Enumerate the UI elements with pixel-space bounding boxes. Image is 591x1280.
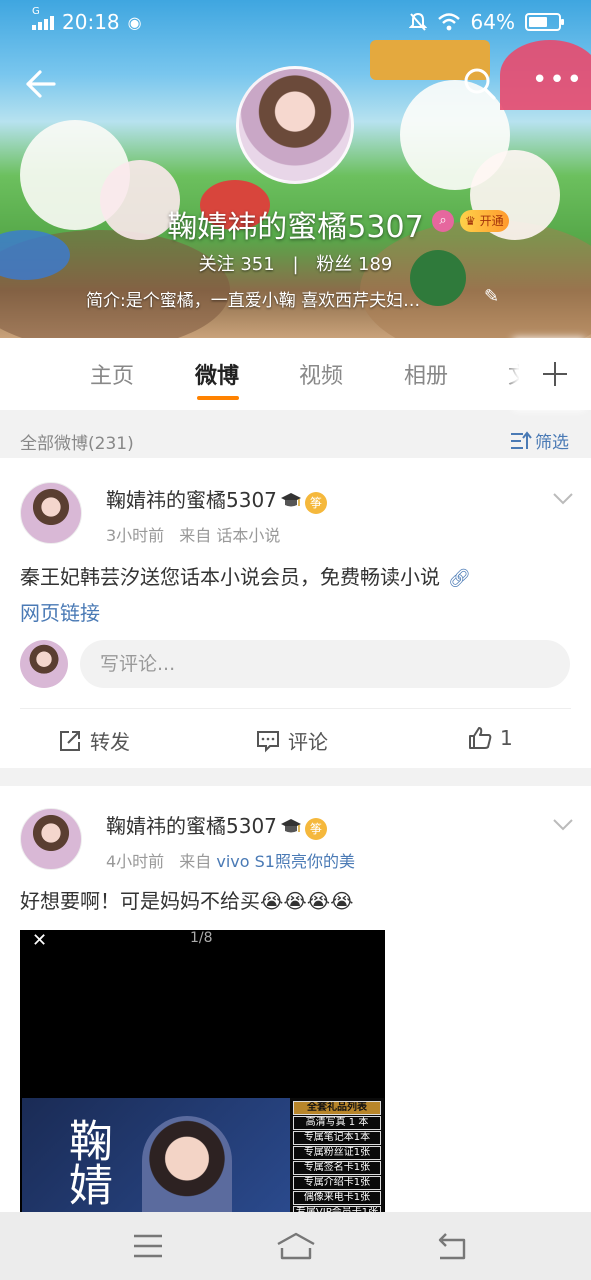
profile-badges: ⌕ ♛ 开通 bbox=[432, 210, 509, 232]
post-author-avatar[interactable] bbox=[20, 482, 82, 544]
divider bbox=[20, 708, 571, 709]
post-source[interactable]: vivo S1照亮你的美 bbox=[216, 852, 355, 871]
link-icon: 🔗︎ bbox=[448, 568, 471, 589]
post-time: 4小时前 bbox=[106, 852, 165, 871]
gift-list-item: 专属笔记本1本 bbox=[293, 1131, 381, 1145]
post-source[interactable]: 话本小说 bbox=[216, 526, 280, 545]
system-nav-bar bbox=[0, 1212, 591, 1280]
filter-button[interactable]: 筛选 bbox=[510, 428, 569, 453]
my-avatar bbox=[20, 640, 68, 688]
tab-video[interactable]: 视频 bbox=[299, 358, 343, 390]
post-body: 好想要啊！可是妈妈不给买😭😭😭😭 bbox=[20, 889, 354, 913]
comment-input[interactable]: 写评论... bbox=[80, 640, 570, 688]
post-source-prefix: 来自 bbox=[179, 852, 212, 871]
search-icon[interactable] bbox=[462, 66, 498, 102]
gift-list-item: 专属签名卡1张 bbox=[293, 1161, 381, 1175]
filter-icon bbox=[511, 430, 532, 449]
profile-bio[interactable]: 简介:是个蜜橘，一直爱小鞠 喜欢西芹夫妇… bbox=[86, 286, 476, 311]
comment-icon bbox=[257, 730, 279, 752]
chevron-down-icon[interactable] bbox=[552, 818, 574, 832]
follow-stats: 关注 351 | 粉丝 189 bbox=[0, 250, 591, 276]
share-icon bbox=[60, 730, 80, 751]
signal-icon: G bbox=[32, 6, 54, 30]
fans-count: 189 bbox=[358, 254, 393, 275]
fans-label: 粉丝 bbox=[316, 254, 353, 275]
super-topic-icon[interactable]: ⌕ bbox=[432, 210, 454, 232]
gift-list-item: 高清写真 1 本 bbox=[293, 1116, 381, 1130]
fans-count-link[interactable]: 粉丝 189 bbox=[316, 254, 392, 275]
comment-button[interactable]: 评论 bbox=[256, 726, 328, 755]
gift-list-item: 偶像来电卡1张 bbox=[293, 1191, 381, 1205]
post-source-prefix: 来自 bbox=[179, 526, 212, 545]
battery-icon bbox=[525, 13, 564, 31]
like-button[interactable]: 1 bbox=[468, 726, 513, 750]
post-author-name: 鞠婧祎的蜜橘5307 bbox=[106, 814, 277, 838]
post-author-avatar[interactable] bbox=[20, 808, 82, 870]
tab-album[interactable]: 相册 bbox=[404, 358, 448, 390]
like-count: 1 bbox=[500, 726, 513, 750]
vip-label: 开通 bbox=[479, 214, 504, 228]
box-title: 鞠婧 bbox=[61, 1118, 112, 1206]
profile-banner: G 20:18 ◉ 64% ••• 鞠婧祎的蜜橘5307 ⌕ ♛ 开通 关注 3… bbox=[0, 0, 591, 338]
add-tab-plus-icon[interactable] bbox=[519, 338, 591, 410]
follow-count: 351 bbox=[240, 254, 275, 275]
gift-list: 全套礼品列表 高清写真 1 本 专属笔记本1本 专属粉丝证1张 专属签名卡1张 … bbox=[290, 1098, 384, 1216]
all-weibo-count: 全部微博(231) bbox=[20, 434, 134, 454]
mute-icon bbox=[408, 12, 427, 31]
gift-list-title: 全套礼品列表 bbox=[293, 1101, 381, 1115]
post-text: 秦王妃韩芸汐送您话本小说会员，免费畅读小说 🔗︎ 网页链接 bbox=[20, 560, 471, 630]
profile-avatar[interactable] bbox=[236, 66, 354, 184]
menu-icon[interactable] bbox=[128, 1228, 168, 1264]
more-dots-icon[interactable]: ••• bbox=[532, 67, 582, 94]
post-meta: 3小时前 来自 话本小说 bbox=[106, 522, 280, 546]
follow-label: 关注 bbox=[198, 254, 235, 275]
weibo-status-icon: ◉ bbox=[127, 12, 142, 32]
profile-tabs: 主页 微博 视频 相册 文 bbox=[0, 338, 591, 410]
clock: 20:18 bbox=[62, 10, 120, 34]
active-tab-indicator bbox=[197, 396, 239, 400]
post-author[interactable]: 鞠婧祎的蜜橘5307 筝 bbox=[106, 810, 327, 840]
gift-list-item: 专属粉丝证1张 bbox=[293, 1146, 381, 1160]
filter-label: 筛选 bbox=[535, 433, 569, 453]
tab-home[interactable]: 主页 bbox=[90, 358, 134, 390]
back-arrow-icon[interactable] bbox=[20, 64, 60, 104]
repost-label: 转发 bbox=[90, 730, 130, 754]
image-counter: 1/8 bbox=[190, 930, 213, 946]
post-actions: 转发 评论 1 bbox=[0, 720, 591, 760]
graduation-cap-icon bbox=[280, 819, 301, 833]
chevron-down-icon[interactable] bbox=[552, 492, 574, 506]
back-icon[interactable] bbox=[432, 1228, 472, 1264]
post-author-name: 鞠婧祎的蜜橘5307 bbox=[106, 488, 277, 512]
status-bar: G 20:18 ◉ 64% bbox=[0, 0, 591, 46]
medal-badge-icon: 筝 bbox=[304, 492, 327, 514]
post-body: 秦王妃韩芸汐送您话本小说会员，免费畅读小说 bbox=[20, 565, 440, 589]
carrier-mark: G bbox=[32, 6, 40, 17]
filter-bar: 全部微博(231) 筛选 bbox=[0, 420, 591, 458]
portrait-photo bbox=[142, 1116, 232, 1216]
post-meta: 4小时前 来自 vivo S1照亮你的美 bbox=[106, 848, 355, 872]
gift-list-item: 专属介绍卡1张 bbox=[293, 1176, 381, 1190]
weibo-post-card: 鞠婧祎的蜜橘5307 筝 4小时前 来自 vivo S1照亮你的美 好想要啊！可是… bbox=[0, 786, 591, 1216]
comment-label: 评论 bbox=[288, 730, 328, 754]
post-author[interactable]: 鞠婧祎的蜜橘5307 筝 bbox=[106, 484, 327, 514]
web-link[interactable]: 网页链接 bbox=[20, 601, 100, 625]
thumbs-up-icon bbox=[469, 727, 492, 749]
close-icon[interactable]: ✕ bbox=[32, 930, 47, 951]
stats-divider: | bbox=[292, 254, 299, 275]
vip-open-badge[interactable]: ♛ 开通 bbox=[460, 210, 509, 232]
edit-pencil-icon[interactable]: ✎ bbox=[484, 286, 504, 307]
graduation-cap-icon bbox=[280, 493, 301, 507]
product-box-image: 鞠婧 bbox=[22, 1098, 292, 1216]
post-image[interactable]: ✕ 1/8 鞠婧 全套礼品列表 高清写真 1 本 专属笔记本1本 专属粉丝证1张… bbox=[20, 930, 385, 1216]
post-time: 3小时前 bbox=[106, 526, 165, 545]
repost-button[interactable]: 转发 bbox=[58, 726, 130, 755]
battery-percent: 64% bbox=[470, 10, 515, 34]
wifi-icon bbox=[437, 13, 460, 31]
follow-count-link[interactable]: 关注 351 bbox=[199, 254, 275, 275]
home-icon[interactable] bbox=[274, 1228, 318, 1264]
medal-badge-icon: 筝 bbox=[304, 818, 327, 840]
weibo-post-card: 鞠婧祎的蜜橘5307 筝 3小时前 来自 话本小说 秦王妃韩芸汐送您话本小说会员，… bbox=[0, 458, 591, 768]
tab-weibo[interactable]: 微博 bbox=[195, 358, 239, 390]
